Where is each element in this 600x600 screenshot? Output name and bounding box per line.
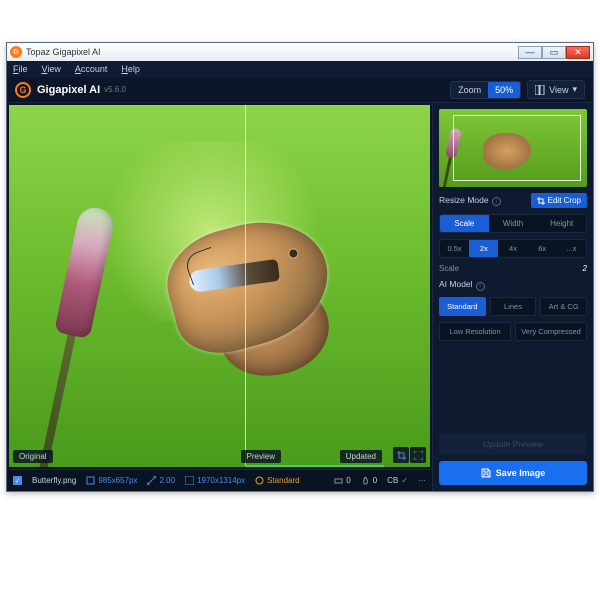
blur-value: 0 xyxy=(373,476,377,485)
noise-icon xyxy=(334,476,343,485)
filename: Butterfly.png xyxy=(32,476,76,485)
scale-2x[interactable]: 2x xyxy=(469,240,498,257)
scale-4x[interactable]: 4x xyxy=(498,240,527,257)
view-label: View xyxy=(549,85,568,95)
blur-icon xyxy=(361,476,370,485)
resize-mode-title: Resize Mode xyxy=(439,195,489,205)
edit-crop-button[interactable]: Edit Crop xyxy=(531,193,587,208)
os-titlebar: G Topaz Gigapixel AI — ▭ ✕ xyxy=(7,43,593,61)
image-subject xyxy=(109,205,359,385)
file-checkbox[interactable]: ✓ xyxy=(13,476,22,485)
settings-panel: Resize Modei Edit Crop Scale Width Heigh… xyxy=(433,103,593,491)
crop-icon xyxy=(537,197,545,205)
scale-icon xyxy=(147,476,156,485)
save-icon xyxy=(481,468,491,478)
model-icon xyxy=(255,476,264,485)
info-icon[interactable]: i xyxy=(476,282,485,291)
menu-view[interactable]: View xyxy=(42,64,61,74)
scale-multiplier-row: 0.5x 2x 4x 6x ...x xyxy=(439,239,587,258)
window-title: Topaz Gigapixel AI xyxy=(26,47,101,57)
scale-field[interactable]: 2 xyxy=(583,264,587,273)
output-dimensions: 1970x1314px xyxy=(197,476,245,485)
dimensions-icon xyxy=(86,476,95,485)
tab-width[interactable]: Width xyxy=(489,215,538,232)
app-version: v5.6.0 xyxy=(104,85,126,94)
ai-model-title: AI Model xyxy=(439,279,473,289)
updated-indicator xyxy=(245,465,384,467)
cb-label: CB xyxy=(387,476,398,485)
navigator-viewport-frame[interactable] xyxy=(453,115,581,181)
model-low-resolution[interactable]: Low Resolution xyxy=(439,322,511,341)
info-icon[interactable]: i xyxy=(492,197,501,206)
scale-0-5x[interactable]: 0.5x xyxy=(440,240,469,257)
resize-mode-tabs: Scale Width Height xyxy=(439,214,587,233)
output-icon xyxy=(185,476,194,485)
crop-icon[interactable] xyxy=(393,447,409,463)
model-name: Standard xyxy=(267,476,299,485)
preview-viewport[interactable]: Original Preview Updated xyxy=(9,105,430,467)
scale-custom[interactable]: ...x xyxy=(557,240,586,257)
menu-account[interactable]: Account xyxy=(75,64,108,74)
app-header: G Gigapixel AI v5.6.0 Zoom 50% View ▾ xyxy=(7,77,593,103)
tab-height[interactable]: Height xyxy=(537,215,586,232)
zoom-control[interactable]: Zoom 50% xyxy=(450,81,521,99)
menu-help[interactable]: Help xyxy=(121,64,140,74)
maximize-button[interactable]: ▭ xyxy=(542,46,566,59)
orig-dimensions: 985x657px xyxy=(98,476,137,485)
file-status-bar: ✓ Butterfly.png 985x657px 2.00 1970x1314… xyxy=(7,469,432,491)
brand-logo: G xyxy=(15,82,31,98)
menu-bar: File View Account Help xyxy=(7,61,593,77)
zoom-label: Zoom xyxy=(451,82,488,98)
model-lines[interactable]: Lines xyxy=(490,297,537,316)
preview-badge: Preview xyxy=(241,450,281,463)
menu-file[interactable]: File xyxy=(13,64,28,74)
app-window: G Topaz Gigapixel AI — ▭ ✕ File View Acc… xyxy=(6,42,594,492)
scale-label: Scale xyxy=(439,264,459,273)
expand-icon[interactable] xyxy=(410,447,426,463)
check-icon: ✓ xyxy=(401,476,408,485)
model-standard[interactable]: Standard xyxy=(439,297,486,316)
model-very-compressed[interactable]: Very Compressed xyxy=(515,322,587,341)
updated-badge: Updated xyxy=(340,450,382,463)
app-title: Gigapixel AI xyxy=(37,84,100,96)
canvas-area: Original Preview Updated ✓ Butterfly.png… xyxy=(7,103,433,491)
save-image-button[interactable]: Save Image xyxy=(439,461,587,485)
scale-value: 2.00 xyxy=(159,476,175,485)
zoom-value[interactable]: 50% xyxy=(488,82,520,98)
close-button[interactable]: ✕ xyxy=(566,46,590,59)
navigator-thumbnail[interactable] xyxy=(439,109,587,187)
compare-divider[interactable] xyxy=(245,105,246,467)
tab-scale[interactable]: Scale xyxy=(440,215,489,232)
view-mode-button[interactable]: View ▾ xyxy=(527,80,585,99)
model-art-cg[interactable]: Art & CG xyxy=(540,297,587,316)
split-view-icon xyxy=(535,85,545,95)
original-badge: Original xyxy=(13,450,53,463)
minimize-button[interactable]: — xyxy=(518,46,542,59)
update-preview-button[interactable]: Update Preview xyxy=(439,433,587,455)
chevron-down-icon: ▾ xyxy=(572,84,577,95)
more-icon[interactable]: ⋯ xyxy=(418,476,426,485)
scale-6x[interactable]: 6x xyxy=(528,240,557,257)
noise-value: 0 xyxy=(346,476,350,485)
app-icon: G xyxy=(10,46,22,58)
